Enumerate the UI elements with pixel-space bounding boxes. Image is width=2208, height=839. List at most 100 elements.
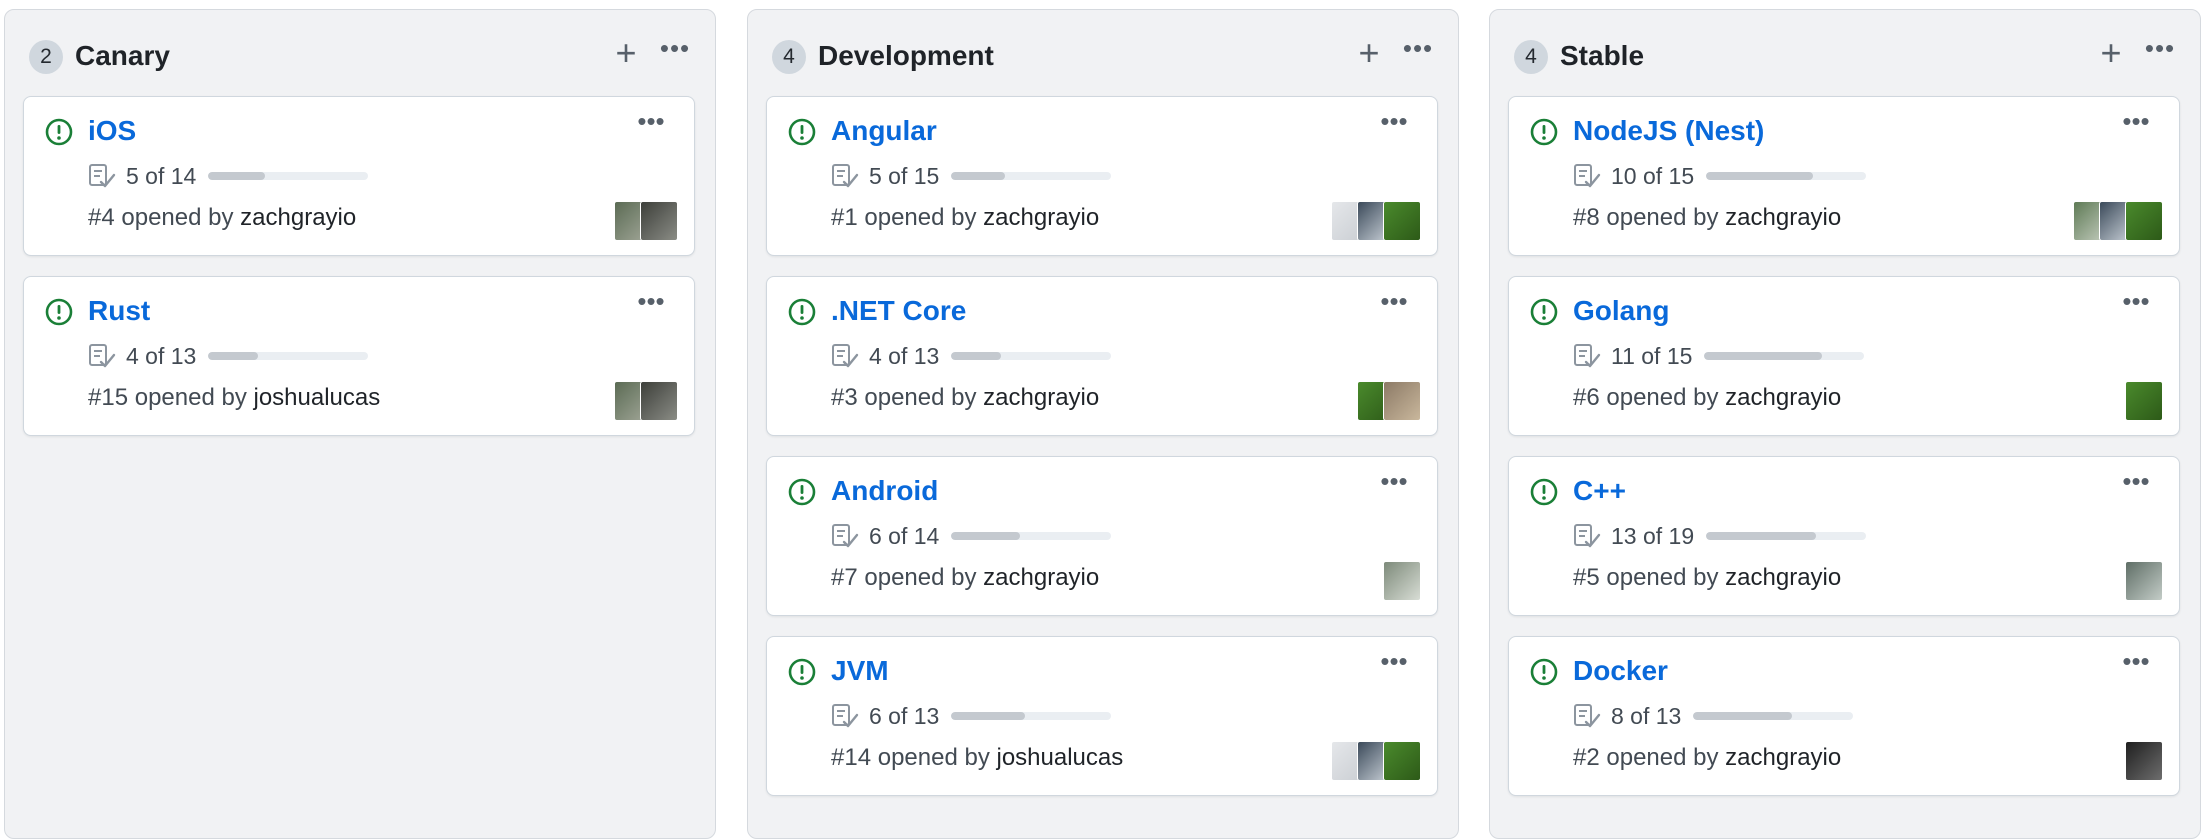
card-menu-icon[interactable]: ••• bbox=[1377, 107, 1411, 137]
avatar[interactable] bbox=[2125, 381, 2163, 421]
card-menu-icon[interactable]: ••• bbox=[2119, 467, 2153, 497]
issue-number: #3 bbox=[831, 384, 858, 411]
issue-title-link[interactable]: Golang bbox=[1573, 291, 1669, 331]
progress-bar bbox=[951, 172, 1112, 180]
issue-title-link[interactable]: JVM bbox=[831, 651, 889, 691]
issue-title-link[interactable]: Rust bbox=[88, 291, 150, 331]
issue-number: #5 bbox=[1573, 564, 1600, 591]
issue-card[interactable]: iOS ••• 5 of 14 #4 opened by zachgrayio bbox=[23, 96, 695, 256]
issue-meta: #14 opened by joshualucas bbox=[831, 741, 1123, 775]
task-count: 4 of 13 bbox=[869, 342, 940, 369]
issue-title-link[interactable]: NodeJS (Nest) bbox=[1573, 111, 1764, 151]
author-link[interactable]: zachgrayio bbox=[1725, 744, 1841, 771]
issue-meta: #6 opened by zachgrayio bbox=[1573, 381, 1841, 415]
avatar[interactable] bbox=[640, 201, 678, 241]
assignee-avatars bbox=[2073, 201, 2163, 241]
issue-meta: #3 opened by zachgrayio bbox=[831, 381, 1099, 415]
issue-card[interactable]: Golang ••• 11 of 15 #6 opened by zachgrayio bbox=[1508, 276, 2180, 436]
author-link[interactable]: zachgrayio bbox=[240, 204, 356, 231]
card-menu-icon[interactable]: ••• bbox=[2119, 287, 2153, 317]
issue-card[interactable]: Docker ••• 8 of 13 #2 opened by zachgrayio bbox=[1508, 636, 2180, 796]
column-menu-icon[interactable]: ••• bbox=[2144, 34, 2176, 64]
tasklist-icon bbox=[831, 162, 859, 190]
column-stable: 4 Stable + ••• NodeJS (Nest) ••• 10 of 15 #8 op… bbox=[1489, 9, 2201, 839]
task-progress: 4 of 13 bbox=[831, 339, 1112, 373]
issue-card[interactable]: Rust ••• 4 of 13 #15 opened by joshualucas bbox=[23, 276, 695, 436]
assignee-avatars bbox=[1331, 741, 1421, 781]
add-card-button[interactable]: + bbox=[2096, 35, 2126, 71]
issue-number: #4 bbox=[88, 204, 115, 231]
issue-title-link[interactable]: Angular bbox=[831, 111, 937, 151]
progress-bar bbox=[951, 712, 1112, 720]
issue-opened-icon bbox=[787, 657, 817, 687]
author-link[interactable]: zachgrayio bbox=[1725, 204, 1841, 231]
progress-fill bbox=[1706, 532, 1816, 540]
issue-title-link[interactable]: C++ bbox=[1573, 471, 1626, 511]
column-canary: 2 Canary + ••• iOS ••• 5 of 14 #4 opened by zac… bbox=[4, 9, 716, 839]
card-menu-icon[interactable]: ••• bbox=[634, 287, 668, 317]
author-link[interactable]: zachgrayio bbox=[983, 384, 1099, 411]
issue-title-link[interactable]: Android bbox=[831, 471, 938, 511]
issue-card[interactable]: JVM ••• 6 of 13 #14 opened by joshualucas bbox=[766, 636, 1438, 796]
avatar[interactable] bbox=[1383, 561, 1421, 601]
column-count: 2 bbox=[29, 40, 63, 74]
card-menu-icon[interactable]: ••• bbox=[1377, 467, 1411, 497]
issue-title-link[interactable]: .NET Core bbox=[831, 291, 966, 331]
issue-number: #2 bbox=[1573, 744, 1600, 771]
progress-bar bbox=[1704, 352, 1865, 360]
issue-number: #8 bbox=[1573, 204, 1600, 231]
add-card-button[interactable]: + bbox=[611, 35, 641, 71]
tasklist-icon bbox=[1573, 522, 1601, 550]
tasklist-icon bbox=[1573, 162, 1601, 190]
add-card-button[interactable]: + bbox=[1354, 35, 1384, 71]
card-menu-icon[interactable]: ••• bbox=[1377, 647, 1411, 677]
assignee-avatars bbox=[2125, 381, 2163, 421]
tasklist-icon bbox=[831, 522, 859, 550]
opened-by-label: opened by bbox=[1606, 744, 1719, 771]
issue-opened-icon bbox=[1529, 657, 1559, 687]
card-menu-icon[interactable]: ••• bbox=[634, 107, 668, 137]
author-link[interactable]: zachgrayio bbox=[1725, 384, 1841, 411]
column-title: Development bbox=[818, 40, 994, 71]
issue-title-link[interactable]: Docker bbox=[1573, 651, 1668, 691]
issue-card[interactable]: NodeJS (Nest) ••• 10 of 15 #8 opened by zac… bbox=[1508, 96, 2180, 256]
issue-card[interactable]: Angular ••• 5 of 15 #1 opened by zachgrayio bbox=[766, 96, 1438, 256]
avatar[interactable] bbox=[1383, 201, 1421, 241]
author-link[interactable]: joshualucas bbox=[997, 744, 1124, 771]
task-count: 5 of 15 bbox=[869, 162, 940, 189]
author-link[interactable]: zachgrayio bbox=[983, 564, 1099, 591]
assignee-avatars bbox=[614, 381, 678, 421]
author-link[interactable]: joshualucas bbox=[254, 384, 381, 411]
task-count: 5 of 14 bbox=[126, 162, 197, 189]
issue-card[interactable]: C++ ••• 13 of 19 #5 opened by zachgrayio bbox=[1508, 456, 2180, 616]
issue-title-link[interactable]: iOS bbox=[88, 111, 136, 151]
avatar[interactable] bbox=[2125, 201, 2163, 241]
column-menu-icon[interactable]: ••• bbox=[659, 34, 691, 64]
avatar[interactable] bbox=[1383, 381, 1421, 421]
avatar[interactable] bbox=[2125, 741, 2163, 781]
author-link[interactable]: zachgrayio bbox=[1725, 564, 1841, 591]
column-menu-icon[interactable]: ••• bbox=[1402, 34, 1434, 64]
author-link[interactable]: zachgrayio bbox=[983, 204, 1099, 231]
issue-meta: #4 opened by zachgrayio bbox=[88, 201, 356, 235]
avatar[interactable] bbox=[2125, 561, 2163, 601]
task-progress: 13 of 19 bbox=[1573, 519, 1867, 553]
card-menu-icon[interactable]: ••• bbox=[2119, 107, 2153, 137]
opened-by-label: opened by bbox=[1606, 204, 1719, 231]
issue-number: #14 bbox=[831, 744, 872, 771]
tasklist-icon bbox=[88, 342, 116, 370]
opened-by-label: opened by bbox=[1606, 384, 1719, 411]
task-count: 13 of 19 bbox=[1611, 522, 1695, 549]
issue-card[interactable]: .NET Core ••• 4 of 13 #3 opened by zachgray… bbox=[766, 276, 1438, 436]
assignee-avatars bbox=[1383, 561, 1421, 601]
issue-number: #7 bbox=[831, 564, 858, 591]
avatar[interactable] bbox=[1383, 741, 1421, 781]
card-menu-icon[interactable]: ••• bbox=[2119, 647, 2153, 677]
issue-card[interactable]: Android ••• 6 of 14 #7 opened by zachgrayio bbox=[766, 456, 1438, 616]
task-progress: 11 of 15 bbox=[1573, 339, 1865, 373]
progress-fill bbox=[208, 352, 258, 360]
opened-by-label: opened by bbox=[121, 204, 234, 231]
card-menu-icon[interactable]: ••• bbox=[1377, 287, 1411, 317]
progress-fill bbox=[951, 172, 1005, 180]
avatar[interactable] bbox=[640, 381, 678, 421]
